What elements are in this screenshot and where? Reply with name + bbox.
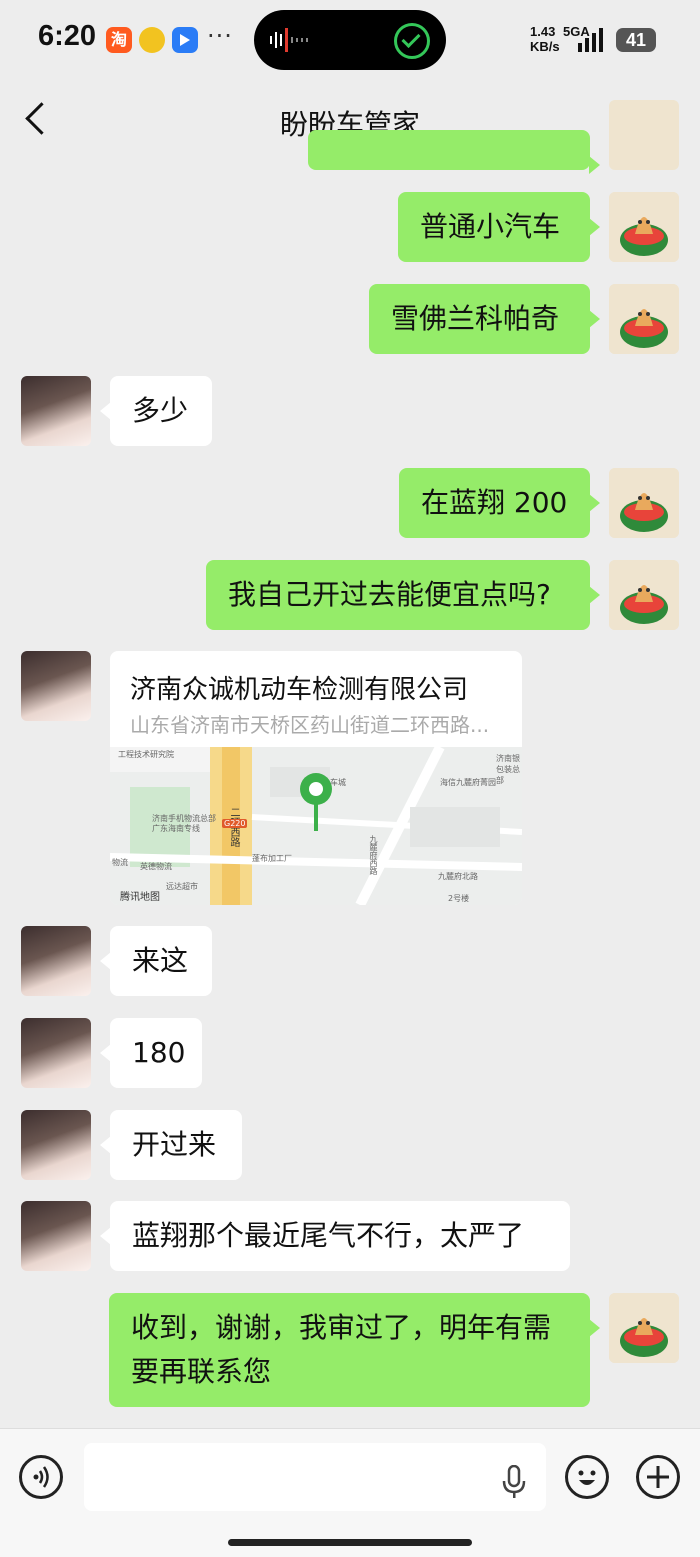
status-time: 6:20 — [38, 20, 97, 52]
add-attachment-icon[interactable] — [636, 1455, 680, 1499]
map-label: 车城 — [330, 778, 346, 787]
location-name: 济南众诚机动车检测有限公司 — [130, 675, 469, 705]
user-avatar[interactable] — [609, 284, 679, 354]
contact-avatar[interactable] — [21, 1018, 91, 1088]
home-indicator[interactable] — [228, 1539, 472, 1546]
location-map[interactable]: 二环西路 海信九麓府菁园 九麓府北路 济南手机物流总部 广东海南专线 英德物流 … — [110, 744, 522, 905]
location-address: 山东省济南市天桥区药山街道二环西路... — [130, 713, 490, 737]
message-input[interactable] — [84, 1443, 546, 1511]
map-label: 广东海南专线 — [152, 824, 200, 833]
map-label: 济南银包装总部 — [496, 754, 520, 785]
signal-icon — [578, 28, 603, 52]
audio-wave-icon — [270, 28, 308, 52]
message-bubble[interactable]: 普通小汽车 — [398, 192, 600, 262]
emoji-icon[interactable] — [565, 1455, 609, 1499]
message-bubble[interactable]: 收到，谢谢，我审过了，明年有需 要再联系您 — [109, 1293, 600, 1407]
microphone-icon[interactable] — [502, 1465, 526, 1499]
map-label: 2号楼 — [448, 894, 470, 903]
dynamic-island[interactable] — [254, 10, 446, 70]
message-bubble[interactable]: 我自己开过去能便宜点吗? — [206, 560, 600, 630]
map-label: 英德物流 — [140, 862, 172, 871]
map-label: 物流 — [112, 858, 128, 867]
message-bubble[interactable]: 开过来 — [100, 1110, 242, 1180]
check-circle-icon — [394, 23, 430, 59]
network-speed: 1.43 KB/s — [530, 24, 560, 54]
map-label: 九麓府北路 — [438, 872, 478, 881]
map-label: 工程技术研究院 — [118, 750, 174, 759]
message-line: 要再联系您 — [131, 1355, 272, 1388]
battery-indicator: 41 — [616, 28, 656, 52]
status-bar: 6:20 淘 ··· 1.43 KB/s 5GA 41 — [0, 0, 700, 80]
map-label: 九麓府西路 — [369, 835, 378, 875]
contact-avatar[interactable] — [21, 651, 91, 721]
map-label: 远达超市 — [166, 882, 198, 891]
contact-avatar[interactable] — [21, 926, 91, 996]
message-bubble[interactable]: 雪佛兰科帕奇 — [369, 284, 600, 354]
input-bar — [0, 1428, 700, 1557]
contact-avatar[interactable] — [21, 1201, 91, 1271]
user-avatar[interactable] — [609, 192, 679, 262]
user-avatar[interactable] — [609, 560, 679, 630]
message-bubble[interactable]: 蓝翔那个最近尾气不行，太严了 — [100, 1201, 570, 1271]
user-avatar[interactable] — [609, 468, 679, 538]
location-card[interactable]: 济南众诚机动车检测有限公司 山东省济南市天桥区药山街道二环西路... 二环西路 … — [110, 651, 522, 905]
taobao-app-icon: 淘 — [106, 27, 132, 53]
map-credit: 腾讯地图 — [120, 892, 160, 903]
contact-avatar[interactable] — [21, 1110, 91, 1180]
contact-avatar[interactable] — [21, 376, 91, 446]
navigation-app-icon — [172, 27, 198, 53]
message-line: 收到，谢谢，我审过了，明年有需 — [131, 1311, 552, 1344]
message-bubble[interactable]: 多少 — [100, 376, 212, 446]
message-bubble-partial[interactable] — [308, 130, 600, 174]
message-bubble[interactable]: 在蓝翔 200 — [399, 468, 600, 538]
user-avatar[interactable] — [609, 1293, 679, 1363]
map-label: 蓬布加工厂 — [252, 854, 292, 863]
voice-mode-icon[interactable] — [19, 1455, 63, 1499]
map-label: 海信九麓府菁园 — [440, 778, 496, 787]
message-bubble[interactable]: 180 — [100, 1018, 202, 1088]
more-notifications-icon: ··· — [207, 22, 233, 50]
music-app-icon — [139, 27, 165, 53]
map-label: G220 — [222, 819, 248, 828]
user-avatar[interactable] — [609, 100, 679, 170]
message-bubble[interactable]: 来这 — [100, 926, 212, 996]
